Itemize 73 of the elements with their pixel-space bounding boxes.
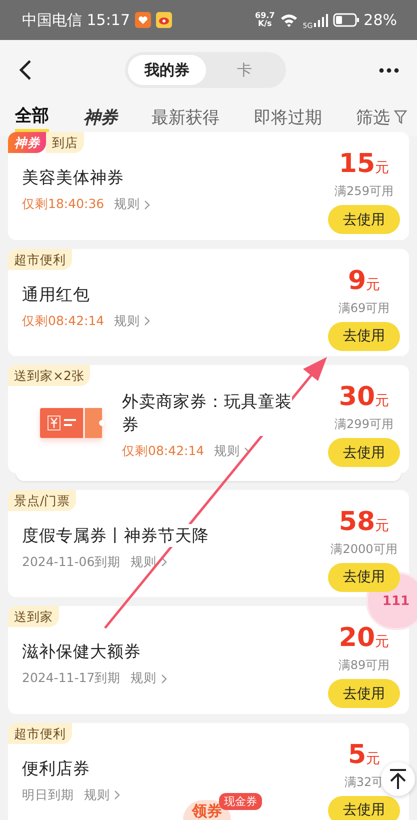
signal-icon xyxy=(314,14,328,26)
rules-link[interactable]: 规则 xyxy=(130,554,167,570)
use-button[interactable]: 去使用 xyxy=(328,322,400,350)
filter-tab[interactable]: 最新获得 xyxy=(152,106,220,130)
min-spend-text: 满32可 xyxy=(344,774,384,790)
coupon-title: 度假专属券丨神券节天降 xyxy=(22,524,209,546)
currency-unit: 元 xyxy=(375,160,390,176)
more-icon xyxy=(379,68,399,72)
validity-text: 2024-11-06到期 xyxy=(22,554,121,570)
filter-button[interactable]: 筛选 xyxy=(356,106,407,130)
currency-unit: 元 xyxy=(366,750,380,766)
chevron-icon xyxy=(160,674,167,684)
carrier-time: 中国电信 15:17 xyxy=(22,10,130,30)
validity-text: 2024-11-17到期 xyxy=(22,670,121,687)
more-button[interactable] xyxy=(379,68,399,72)
back-button[interactable] xyxy=(18,59,32,81)
use-button[interactable]: 去使用 xyxy=(328,796,400,820)
category-tag: 送到家 xyxy=(8,606,59,627)
coupon-amount: 30 xyxy=(338,382,376,412)
min-spend-text: 满2000可用 xyxy=(330,540,398,556)
use-button[interactable]: 去使用 xyxy=(328,679,400,708)
category-tag: 超市便利 xyxy=(8,248,72,270)
chevron-icon xyxy=(144,316,150,326)
battery-percent: 28% xyxy=(364,11,397,29)
filter-tab[interactable]: 即将过期 xyxy=(254,106,322,130)
currency-unit: 元 xyxy=(375,393,390,409)
rules-link[interactable]: 规则 xyxy=(84,786,120,804)
wifi-icon xyxy=(280,13,298,27)
eye-app-icon xyxy=(156,12,172,28)
speed-unit: K/s xyxy=(258,20,272,28)
currency-unit: 元 xyxy=(366,276,380,292)
chevron-icon xyxy=(114,790,120,800)
network-speed: 69.7 xyxy=(255,12,275,20)
use-button[interactable]: 去使用 xyxy=(328,205,400,234)
category-tag: 送到家×2张 xyxy=(8,365,90,386)
category-tag: 神券 xyxy=(8,132,46,153)
min-spend-text: 满89可用 xyxy=(338,657,390,673)
chevron-icon xyxy=(160,557,167,567)
rules-link[interactable]: 规则 xyxy=(130,670,167,687)
min-spend-text: 满259可用 xyxy=(334,183,394,199)
rules-link[interactable]: 规则 xyxy=(114,312,150,330)
use-button[interactable]: 去使用 xyxy=(328,438,400,467)
arrow-up-icon xyxy=(388,768,408,790)
coupon-amount: 9 xyxy=(348,266,366,296)
coupon-amount: 58 xyxy=(338,506,376,536)
heart-app-icon xyxy=(135,12,151,28)
segment-tab[interactable]: 卡 xyxy=(206,55,283,85)
ticket-icon xyxy=(38,406,104,440)
promo-label: 领券 xyxy=(192,801,222,820)
coupon-amount: 5 xyxy=(348,740,366,770)
coupon-amount: 15 xyxy=(338,149,376,179)
category-tag: 景点/门票 xyxy=(8,490,76,510)
category-tag: 到店 xyxy=(46,132,84,153)
back-icon xyxy=(18,59,32,81)
filter-tab[interactable]: 神券 xyxy=(83,106,118,130)
category-tag: 超市便利 xyxy=(8,722,72,744)
funnel-icon xyxy=(394,110,407,124)
validity-text: 仅剩18:40:36 xyxy=(22,196,104,213)
currency-unit: 元 xyxy=(375,634,390,650)
min-spend-text: 满69可用 xyxy=(338,300,390,316)
segment-tab[interactable]: 我的券 xyxy=(128,55,206,85)
validity-text: 明日到期 xyxy=(22,786,74,804)
validity-text: 仅剩08:42:14 xyxy=(122,443,204,460)
rules-link[interactable]: 规则 xyxy=(114,196,150,213)
rules-link[interactable]: 规则 xyxy=(214,443,250,460)
badge-number: 111 xyxy=(382,594,410,608)
currency-unit: 元 xyxy=(375,518,390,534)
battery-icon xyxy=(332,13,359,27)
chevron-icon xyxy=(144,200,150,210)
min-spend-text: 满299可用 xyxy=(334,416,394,432)
validity-text: 仅剩08:42:14 xyxy=(22,312,104,330)
coupon-title: 外卖商家券：玩具童装券 xyxy=(122,390,292,436)
use-button[interactable]: 去使用 xyxy=(328,562,400,592)
